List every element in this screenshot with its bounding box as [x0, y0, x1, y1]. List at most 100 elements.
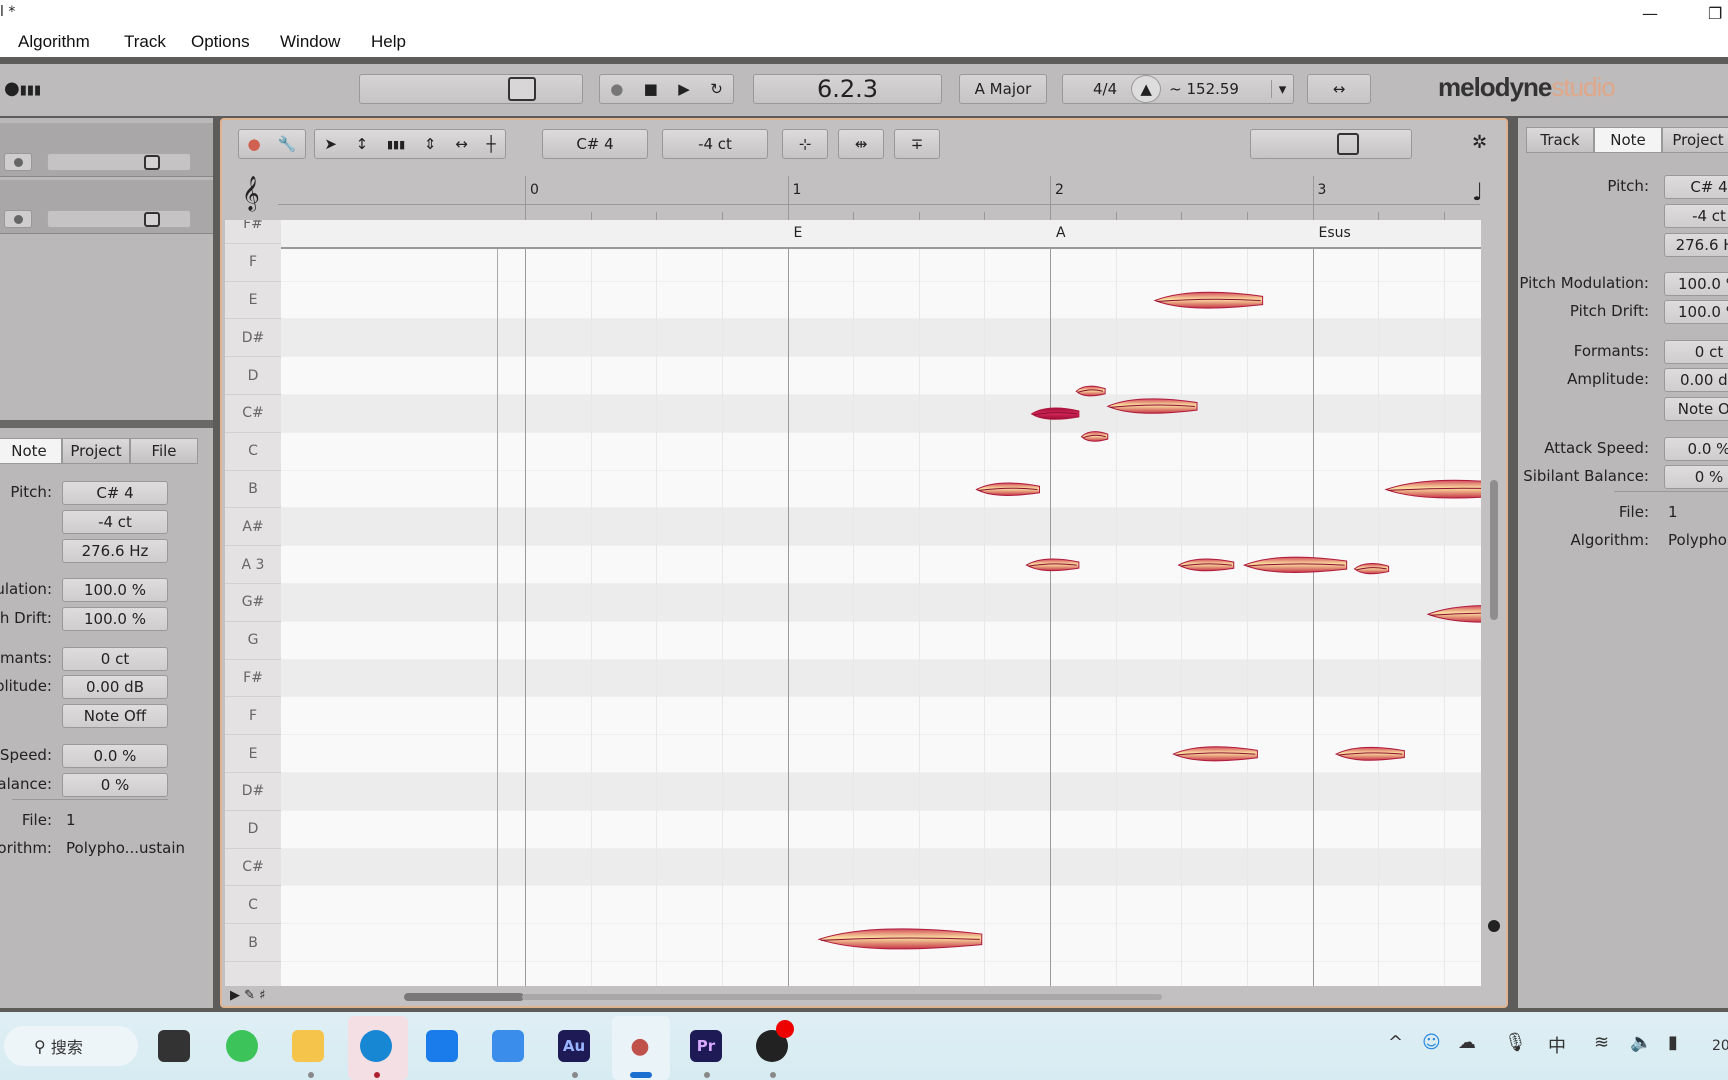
formant-tool-icon[interactable]: ▮▮▮ — [387, 138, 405, 151]
blob-mode-icon[interactable]: ● — [248, 135, 261, 153]
input-method[interactable]: 中 — [1548, 1032, 1566, 1058]
menu-algorithm[interactable]: Algorithm — [18, 32, 90, 52]
tab-project[interactable]: Project — [62, 438, 130, 464]
restore-icon[interactable]: ❐ — [1708, 4, 1722, 23]
audition-icon[interactable]: Au — [558, 1030, 590, 1062]
key-label[interactable]: F — [225, 244, 281, 282]
app-blue-icon[interactable] — [426, 1030, 458, 1062]
separation-tool-icon[interactable]: ┼ — [487, 135, 496, 153]
horizontal-scrollbar[interactable]: ▶ ✎ ♯ — [222, 986, 1506, 1006]
inspector-value-field[interactable]: 100.0 % — [1664, 272, 1728, 296]
tray-overflow-icon[interactable]: ^ — [1388, 1032, 1403, 1053]
battery-icon[interactable]: ▮ — [1668, 1032, 1678, 1053]
wifi-icon[interactable]: ≋ — [1594, 1032, 1609, 1053]
key-label[interactable]: G# — [225, 584, 281, 622]
inspector-value-field[interactable]: 0.0 % — [1664, 437, 1728, 461]
key-label[interactable]: E — [225, 282, 281, 320]
tab-note[interactable]: Note — [0, 438, 62, 464]
inspector-value-field[interactable]: 0.00 dB — [62, 675, 168, 699]
loop-icon[interactable]: ↻ — [710, 80, 723, 98]
note-grid[interactable]: EAEsusC#m — [281, 220, 1481, 986]
menu-track[interactable]: Track — [124, 32, 166, 52]
pitch-keyboard[interactable]: F# F E D# D C# C B A# A 3 G# G F# F E D# D C# C B — [225, 220, 281, 986]
time-tool-icon[interactable]: ↔ — [455, 135, 468, 153]
inspector-value-field[interactable]: Note Off — [62, 704, 168, 728]
key-label[interactable]: C# — [225, 395, 281, 433]
onedrive-icon[interactable]: ☁ — [1458, 1032, 1476, 1053]
key-label[interactable]: B — [225, 924, 281, 962]
key-label[interactable]: C — [225, 886, 281, 925]
note-blob[interactable] — [1384, 479, 1481, 499]
key-label[interactable]: B — [225, 471, 281, 509]
premiere-icon[interactable]: Pr — [690, 1030, 722, 1062]
zoom-handle[interactable] — [1488, 920, 1500, 932]
amplitude-tool-icon[interactable]: ⇕ — [424, 135, 437, 153]
melodyne-icon[interactable]: ● — [624, 1030, 656, 1062]
key-display[interactable]: A Major — [959, 74, 1047, 104]
inspector-value-field[interactable]: 276.6 Hz — [62, 539, 168, 563]
key-label[interactable]: F# — [225, 220, 281, 244]
key-label[interactable]: D — [225, 811, 281, 849]
track-volume-slider[interactable] — [47, 210, 191, 228]
record-arm-button[interactable] — [4, 210, 32, 228]
key-label[interactable]: A# — [225, 508, 281, 547]
key-label[interactable]: E — [225, 735, 281, 773]
inspector-value-field[interactable]: -4 ct — [1664, 204, 1728, 228]
menu-options[interactable]: Options — [191, 32, 250, 52]
inspector-value-field[interactable]: 100.0 % — [1664, 300, 1728, 324]
note-value-icon[interactable]: ♩ — [1472, 178, 1483, 206]
inspector-value-field[interactable]: C# 4 — [1664, 175, 1728, 199]
wechat-icon[interactable] — [226, 1030, 258, 1062]
correct-pitch-icon[interactable]: ⊹ — [782, 129, 828, 159]
metronome-icon[interactable]: ▲ — [1131, 75, 1162, 103]
key-label[interactable]: F — [225, 697, 281, 736]
inspector-value-field[interactable]: 0.00 dB — [1664, 368, 1728, 392]
blobs-icon[interactable]: ●▮▮▮ — [4, 78, 41, 99]
ruler[interactable]: 01234 — [278, 176, 1480, 220]
clock[interactable]: 20 — [1712, 1038, 1728, 1054]
track-volume-slider[interactable] — [47, 153, 191, 171]
pitch-tool-icon[interactable]: ↕ — [356, 135, 369, 153]
editor-tools-icon[interactable]: ▶ ✎ ♯ — [230, 988, 265, 1003]
play-icon[interactable]: ▶ — [678, 80, 690, 98]
microphone-icon[interactable]: 🎙 — [1504, 1032, 1527, 1053]
menu-help[interactable]: Help — [371, 32, 406, 52]
inspector-value-field[interactable]: 276.6 Hz — [1664, 233, 1728, 257]
key-label[interactable]: D# — [225, 319, 281, 358]
key-label[interactable]: F# — [225, 660, 281, 698]
cents-field[interactable]: -4 ct — [662, 129, 768, 159]
inspector-value-field[interactable]: 100.0 % — [62, 607, 168, 631]
key-label[interactable]: A 3 — [225, 546, 281, 584]
track-row[interactable] — [0, 123, 213, 177]
stop-icon[interactable]: ■ — [644, 80, 658, 98]
key-label[interactable]: G — [225, 622, 281, 660]
inspector-value-field[interactable]: -4 ct — [62, 510, 168, 534]
key-label[interactable]: C — [225, 433, 281, 471]
quantize-time-icon[interactable]: ⇹ — [838, 129, 884, 159]
inspector-value-field[interactable]: 0 ct — [62, 647, 168, 671]
inspector-value-field[interactable]: Note Off — [1664, 397, 1728, 421]
wrench-icon[interactable]: 🔧 — [278, 135, 297, 153]
record-icon[interactable]: ● — [610, 80, 623, 98]
gear-icon[interactable]: ✲ — [1472, 132, 1487, 153]
tab-file[interactable]: File — [130, 438, 198, 464]
key-label[interactable]: C# — [225, 849, 281, 887]
obs-icon[interactable] — [756, 1020, 794, 1062]
task-view-icon[interactable] — [158, 1030, 190, 1062]
tab-track[interactable]: Track — [1526, 127, 1594, 153]
inspector-value-field[interactable]: 100.0 % — [62, 578, 168, 602]
tempo-dropdown-icon[interactable]: ▾ — [1271, 80, 1293, 98]
time-signature[interactable]: 4/4 — [1093, 80, 1117, 98]
minimize-icon[interactable]: — — [1642, 4, 1658, 23]
file-explorer-icon[interactable] — [292, 1030, 324, 1062]
volume-icon[interactable]: 🔈 — [1630, 1032, 1652, 1053]
key-label[interactable]: D — [225, 357, 281, 395]
pitch-field[interactable]: C# 4 — [542, 129, 648, 159]
track-row[interactable] — [0, 180, 213, 234]
treble-clef-icon[interactable]: 𝄞 — [242, 176, 260, 211]
amplitude-icon[interactable]: ∓ — [894, 129, 940, 159]
pointer-tool-icon[interactable]: ➤ — [324, 135, 337, 153]
position-slider[interactable] — [359, 74, 583, 104]
tray-app-icon[interactable]: ☺ — [1422, 1032, 1441, 1053]
nudge-icon[interactable]: ↔ — [1307, 74, 1371, 104]
